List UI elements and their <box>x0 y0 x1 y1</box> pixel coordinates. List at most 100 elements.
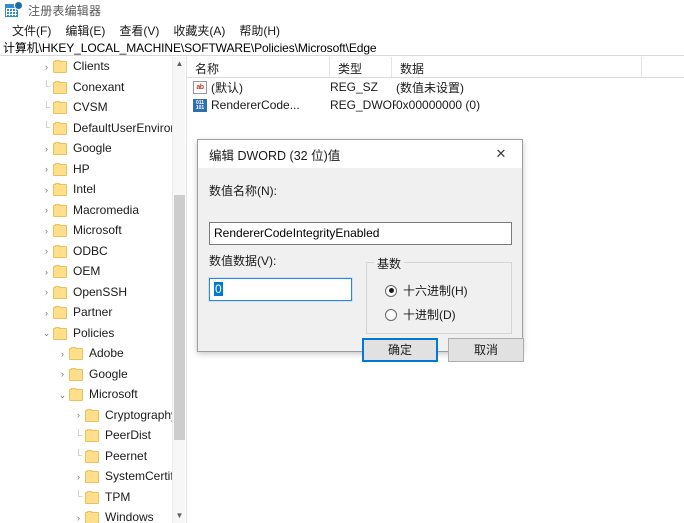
value-name-text: RendererCode... <box>211 98 300 112</box>
tree-item[interactable]: └ PeerDist <box>0 426 172 447</box>
chevron-right-icon[interactable]: › <box>72 472 85 482</box>
menu-item-file[interactable]: 文件(F) <box>5 21 58 41</box>
tree-item-label: TPM <box>105 489 131 504</box>
radio-hexadecimal[interactable]: 十六进制(H) <box>385 282 468 299</box>
chevron-right-icon[interactable]: › <box>40 308 53 318</box>
value-name-cell: ab (默认) <box>187 79 330 96</box>
tree-item-label: Partner <box>73 305 113 320</box>
chevron-right-icon[interactable]: › <box>40 62 53 72</box>
chevron-right-icon[interactable]: › <box>40 288 53 297</box>
chevron-right-icon[interactable]: › <box>72 513 85 523</box>
edit-dword-dialog: 编辑 DWORD (32 位)值 ✕ 数值名称(N): RendererCode… <box>197 139 524 362</box>
chevron-right-icon[interactable]: › <box>56 349 69 359</box>
tree-item[interactable]: › Windows <box>0 508 172 523</box>
tree-item-label: Google <box>73 141 112 156</box>
chevron-right-icon[interactable]: › <box>40 247 53 256</box>
tree-item[interactable]: › Intel <box>0 180 172 201</box>
value-type-cell: REG_SZ <box>330 80 379 94</box>
tree-item[interactable]: › HP <box>0 160 172 181</box>
tree-item[interactable]: └ Peernet <box>0 447 172 468</box>
close-icon[interactable]: ✕ <box>480 141 522 168</box>
tree-item[interactable]: › SystemCertifi <box>0 467 176 488</box>
tree-item-label: Conexant <box>73 79 125 94</box>
chevron-right-icon[interactable]: › <box>56 370 69 379</box>
radio-decimal-label: 十进制(D) <box>403 308 456 322</box>
tree-item[interactable]: › Adobe <box>0 344 172 365</box>
tree-item[interactable]: › Google <box>0 365 172 386</box>
menu-item-favorites[interactable]: 收藏夹(A) <box>166 21 232 41</box>
chevron-right-icon[interactable]: › <box>40 165 53 174</box>
folder-icon <box>53 244 67 258</box>
value-row[interactable]: 011101 RendererCode... REG_DWORD0x00000000… <box>187 96 684 114</box>
tree-item-label: PeerDist <box>105 428 152 443</box>
tree-item-label: Intel <box>73 182 96 197</box>
column-header-type[interactable]: 类型 <box>330 57 392 77</box>
chevron-right-icon[interactable]: › <box>72 411 85 420</box>
menu-item-edit[interactable]: 编辑(E) <box>58 21 112 41</box>
tree-item[interactable]: › OpenSSH <box>0 283 172 304</box>
folder-icon <box>53 224 67 238</box>
radio-decimal[interactable]: 十进制(D) <box>385 306 456 323</box>
address-bar[interactable]: 计算机\HKEY_LOCAL_MACHINE\SOFTWARE\Policies… <box>0 40 684 56</box>
folder-icon <box>53 101 67 115</box>
tree-item[interactable]: › ODBC <box>0 242 172 263</box>
folder-icon <box>53 162 67 176</box>
value-name-input[interactable]: RendererCodeIntegrityEnabled <box>209 222 512 245</box>
folder-icon <box>85 490 99 504</box>
value-name-text: (默认) <box>211 80 243 95</box>
tree-item[interactable]: └ CVSM <box>0 98 172 119</box>
tree-item-label: Clients <box>73 59 110 74</box>
tree-connector-icon: └ <box>74 491 83 504</box>
value-data-label: 数值数据(V): <box>209 254 277 268</box>
value-data-cell: 0x00000000 (0) <box>396 98 481 112</box>
values-column-header: 名称 类型 数据 <box>187 57 684 78</box>
folder-icon <box>85 449 99 463</box>
radio-hexadecimal-label: 十六进制(H) <box>403 284 468 298</box>
string-value-icon: ab <box>193 80 207 94</box>
scrollbar-thumb[interactable] <box>174 195 185 440</box>
folder-icon <box>85 408 99 422</box>
tree-connector-icon: └ <box>42 122 51 135</box>
tree-connector-icon: └ <box>74 429 83 442</box>
radio-selected-icon <box>385 284 397 297</box>
ok-button[interactable]: 确定 <box>362 338 438 362</box>
tree-item[interactable]: › OEM <box>0 262 172 283</box>
folder-icon <box>69 388 83 402</box>
chevron-right-icon[interactable]: › <box>40 185 53 195</box>
menu-item-view[interactable]: 查看(V) <box>112 21 166 41</box>
tree-item[interactable]: ⌄ Microsoft <box>0 385 172 406</box>
chevron-down-icon[interactable]: ⌄ <box>40 329 53 338</box>
cancel-button[interactable]: 取消 <box>448 338 524 362</box>
folder-icon <box>53 306 67 320</box>
tree-item[interactable]: › Partner <box>0 303 172 324</box>
tree-vertical-scrollbar[interactable]: ▲ ▼ <box>172 57 185 523</box>
scroll-up-icon[interactable]: ▲ <box>173 57 186 71</box>
tree-item[interactable]: › Cryptography <box>0 406 177 427</box>
tree-item[interactable]: └ Conexant <box>0 78 172 99</box>
scroll-down-icon[interactable]: ▼ <box>173 509 186 523</box>
tree-item[interactable]: › Macromedia <box>0 201 172 222</box>
chevron-right-icon[interactable]: › <box>40 206 53 215</box>
registry-tree: › Clients └ Conexant └ CVSM └ DefaultUserEnviro… <box>0 57 177 523</box>
chevron-down-icon[interactable]: ⌄ <box>56 390 69 400</box>
value-row[interactable]: ab (默认) REG_SZ (数值未设置) <box>187 78 684 96</box>
tree-connector-icon: └ <box>42 81 51 94</box>
tree-item[interactable]: └ TPM <box>0 488 172 509</box>
menu-bar: 文件(F) 编辑(E) 查看(V) 收藏夹(A) 帮助(H) <box>0 21 684 40</box>
tree-item[interactable]: › Microsoft <box>0 221 172 242</box>
tree-item[interactable]: › Clients <box>0 57 172 78</box>
tree-item-label: OEM <box>73 264 101 279</box>
registry-tree-pane: › Clients └ Conexant └ CVSM └ DefaultUserEnviro… <box>0 57 187 523</box>
chevron-right-icon[interactable]: › <box>40 267 53 277</box>
menu-item-help[interactable]: 帮助(H) <box>232 21 287 41</box>
column-header-name[interactable]: 名称 <box>187 57 330 77</box>
folder-icon <box>53 203 67 217</box>
tree-item[interactable]: ⌄ Policies <box>0 324 172 345</box>
tree-item[interactable]: › Google <box>0 139 172 160</box>
value-data-input[interactable]: 0 <box>209 278 352 301</box>
chevron-right-icon[interactable]: › <box>40 226 53 236</box>
column-header-data[interactable]: 数据 <box>392 57 642 77</box>
tree-item[interactable]: └ DefaultUserEnviron <box>0 119 177 140</box>
chevron-right-icon[interactable]: › <box>40 144 53 154</box>
tree-item-label: OpenSSH <box>73 284 128 299</box>
